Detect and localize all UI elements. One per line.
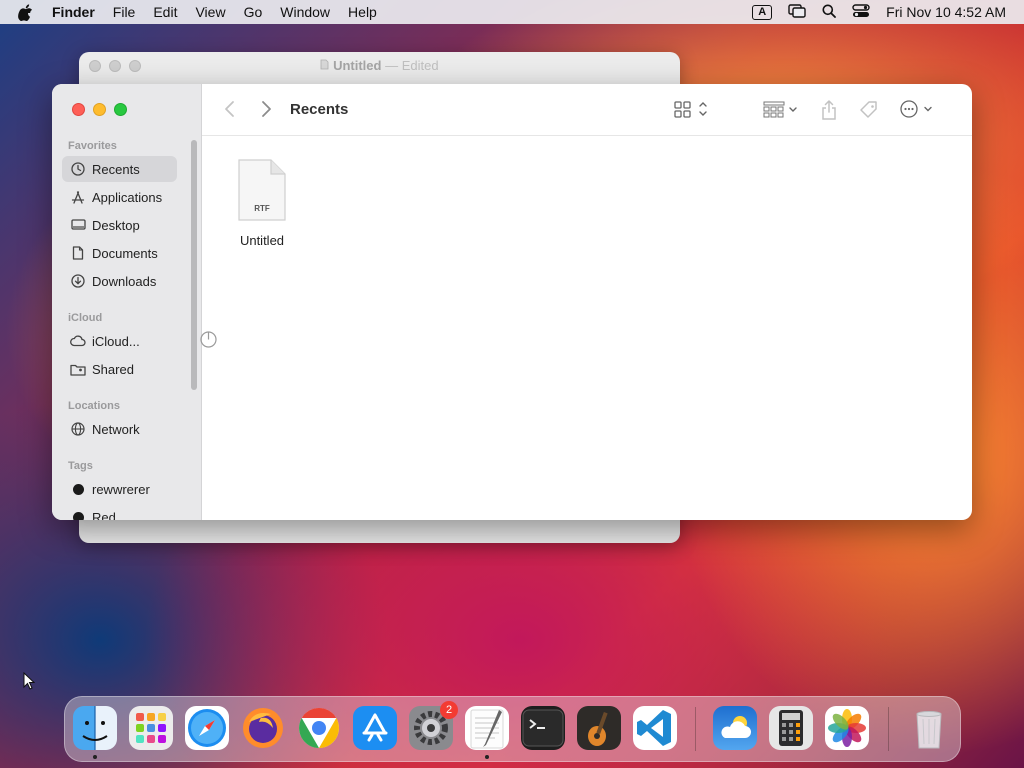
finder-content: Recents RTF Untitled <box>202 84 972 520</box>
desktop-icon <box>70 217 86 233</box>
menu-view[interactable]: View <box>195 4 225 20</box>
back-button[interactable] <box>224 100 236 118</box>
sidebar-item-network[interactable]: Network <box>62 416 177 442</box>
applications-icon <box>70 189 86 205</box>
sidebar-item-label: Documents <box>92 245 158 261</box>
sidebar-item-label: Recents <box>92 161 140 177</box>
download-icon <box>70 273 86 289</box>
close-button[interactable] <box>72 103 85 116</box>
sidebar-section-tags: Tags <box>68 460 93 472</box>
tag-icon[interactable] <box>859 100 879 120</box>
sidebar-item-downloads[interactable]: Downloads <box>62 268 177 294</box>
sidebar-item-label: Network <box>92 421 140 437</box>
sidebar-item-label: rewwrerer <box>92 481 150 497</box>
spotlight-search-icon[interactable] <box>822 4 837 21</box>
menu-bar: Finder File Edit View Go Window Help A F… <box>0 0 1024 24</box>
textedit-running-indicator <box>485 755 489 759</box>
sidebar-item-shared[interactable]: Shared <box>62 356 177 382</box>
shared-folder-icon <box>70 361 86 377</box>
dock-separator <box>695 707 696 751</box>
background-window-edited-text: — Edited <box>385 58 439 73</box>
group-by-icon[interactable] <box>763 100 799 118</box>
chrome-dock-icon[interactable] <box>297 706 341 750</box>
trash-dock-icon[interactable] <box>907 706 951 750</box>
document-icon <box>70 245 86 261</box>
file-item[interactable]: RTF Untitled <box>232 158 292 248</box>
textedit-dock-icon[interactable] <box>465 706 509 750</box>
vscode-dock-icon[interactable] <box>633 706 677 750</box>
sidebar-item-label: Desktop <box>92 217 140 233</box>
zoom-button[interactable] <box>114 103 127 116</box>
clock-icon <box>70 161 86 177</box>
sidebar-item-label: iCloud... <box>92 333 140 349</box>
sidebar-section-favorites: Favorites <box>68 140 117 152</box>
menu-clock[interactable]: Fri Nov 10 4:52 AM <box>886 4 1006 20</box>
sidebar-item-label: Shared <box>92 361 134 377</box>
screen-mirroring-icon[interactable] <box>788 3 806 21</box>
app-store-dock-icon[interactable] <box>353 706 397 750</box>
sidebar-item-label: Red <box>92 509 116 521</box>
sidebar-scrollbar[interactable] <box>191 140 197 390</box>
menu-file[interactable]: File <box>113 4 136 20</box>
garageband-dock-icon[interactable] <box>577 706 621 750</box>
sidebar-item-recents[interactable]: Recents <box>62 156 177 182</box>
sidebar-section-icloud: iCloud <box>68 312 103 324</box>
calculator-dock-icon[interactable] <box>769 706 813 750</box>
minimize-button[interactable] <box>93 103 106 116</box>
dock-separator <box>888 707 889 751</box>
sidebar-item-desktop[interactable]: Desktop <box>62 212 177 238</box>
input-source-icon[interactable]: A <box>752 4 773 20</box>
file-type-label: RTF <box>254 204 270 213</box>
globe-icon <box>70 421 86 437</box>
finder-dock-icon[interactable] <box>73 706 117 750</box>
control-center-icon[interactable] <box>852 3 870 21</box>
background-window-title: Untitled — Edited <box>79 58 680 73</box>
safari-dock-icon[interactable] <box>185 706 229 750</box>
menu-go[interactable]: Go <box>244 4 263 20</box>
window-controls <box>72 103 127 116</box>
document-icon <box>320 58 333 73</box>
tag-color-dot <box>73 511 84 520</box>
menu-window[interactable]: Window <box>280 4 330 20</box>
menu-app-name[interactable]: Finder <box>52 4 95 20</box>
sidebar-item-applications[interactable]: Applications <box>62 184 177 210</box>
finder-sidebar: Favorites Recents Applications Desktop D… <box>52 84 217 520</box>
terminal-dock-icon[interactable] <box>521 706 565 750</box>
sidebar-item-tag-rewwrerer[interactable]: rewwrerer <box>62 476 177 502</box>
share-icon[interactable] <box>821 100 837 120</box>
firefox-dock-icon[interactable] <box>241 706 285 750</box>
window-title: Recents <box>290 101 349 118</box>
notification-badge: 2 <box>440 701 458 719</box>
photos-dock-icon[interactable] <box>825 706 869 750</box>
dock: 2 <box>64 696 961 762</box>
weather-dock-icon[interactable] <box>713 706 757 750</box>
sidebar-item-documents[interactable]: Documents <box>62 240 177 266</box>
mouse-cursor-icon <box>23 671 36 695</box>
sidebar-item-icloud-drive[interactable]: iCloud... <box>62 328 217 354</box>
tag-color-dot <box>73 483 84 495</box>
launchpad-dock-icon[interactable] <box>129 706 173 750</box>
file-name: Untitled <box>239 233 285 248</box>
forward-button[interactable] <box>260 100 272 118</box>
finder-toolbar: Recents <box>202 84 972 136</box>
more-actions-icon[interactable] <box>900 100 936 118</box>
apple-menu-icon[interactable] <box>18 3 36 21</box>
menu-help[interactable]: Help <box>348 4 377 20</box>
sidebar-item-label: Downloads <box>92 273 157 289</box>
finder-running-indicator <box>93 755 97 759</box>
view-mode-icon-grid[interactable] <box>674 100 710 118</box>
finder-window[interactable]: Favorites Recents Applications Desktop D… <box>52 84 972 520</box>
sidebar-item-label: Applications <box>92 189 163 205</box>
background-window-title-text: Untitled <box>333 58 382 73</box>
cloud-icon <box>70 333 86 349</box>
menu-edit[interactable]: Edit <box>153 4 177 20</box>
sidebar-section-locations: Locations <box>68 400 120 412</box>
rtf-file-icon: RTF <box>236 159 288 226</box>
sidebar-item-tag-red[interactable]: Red <box>62 504 177 520</box>
